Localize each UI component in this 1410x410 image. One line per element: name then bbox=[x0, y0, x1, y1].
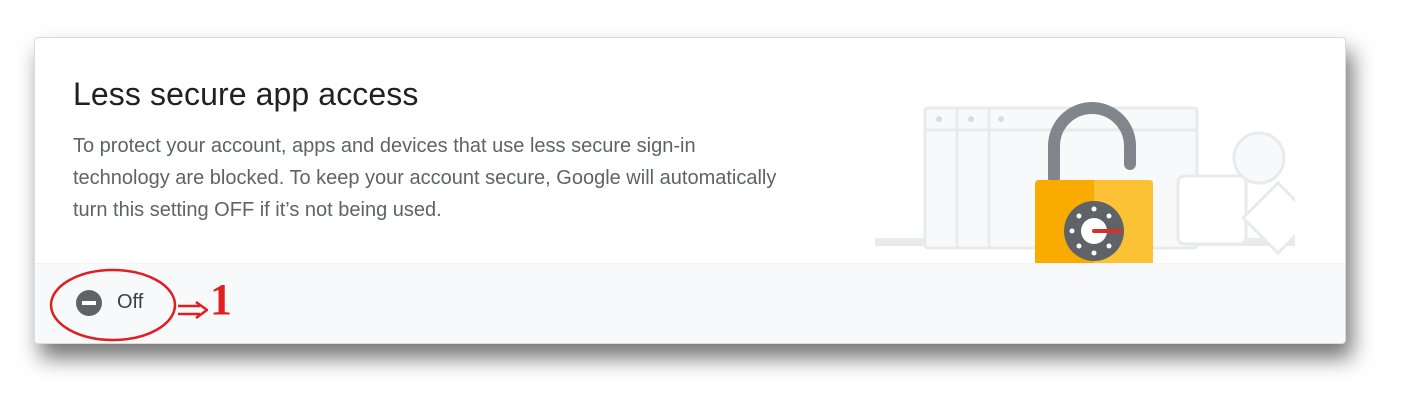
remove-circle-icon bbox=[76, 290, 102, 316]
annotation-number: 1 bbox=[210, 275, 232, 324]
card-title: Less secure app access bbox=[73, 76, 419, 112]
padlock-unlocked-illustration bbox=[875, 102, 1295, 281]
card-description: To protect your account, apps and device… bbox=[73, 135, 777, 221]
square-shape bbox=[1176, 174, 1248, 246]
status-label-off[interactable]: Off bbox=[117, 291, 143, 314]
